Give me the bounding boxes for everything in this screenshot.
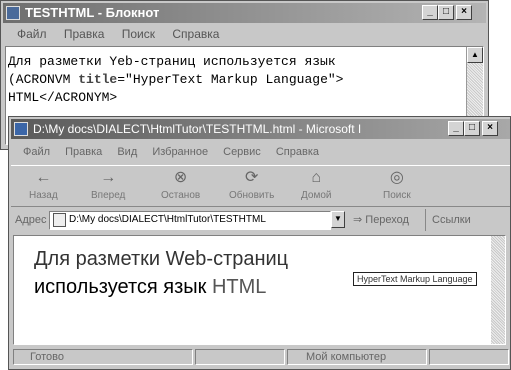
search-icon: ◎ xyxy=(389,169,404,186)
address-value: D:\My docs\DIALECT\HtmlTutor\TESTHTML xyxy=(69,214,266,225)
notepad-title: TESTHTML - Блокнот xyxy=(25,5,160,20)
menu-file[interactable]: Файл xyxy=(17,27,47,41)
acronym-html[interactable]: HTML xyxy=(212,276,266,298)
browser-menu-view[interactable]: Вид xyxy=(117,146,137,158)
home-button[interactable]: ⌂ Домой xyxy=(301,168,331,204)
browser-menu-favorites[interactable]: Избранное xyxy=(152,146,208,158)
notepad-menu-bar: Файл Правка Поиск Справка xyxy=(3,25,486,43)
browser-close-button[interactable]: × xyxy=(482,121,498,136)
browser-menu-file[interactable]: Файл xyxy=(23,146,50,158)
address-label: Адрес xyxy=(15,214,47,226)
browser-menu-bar: Файл Правка Вид Избранное Сервис Справка xyxy=(11,143,510,161)
forward-arrow-icon: → xyxy=(100,169,117,186)
address-dropdown-chevron-down-icon[interactable]: ▼ xyxy=(331,211,345,228)
content-line-2: используется язык HTML xyxy=(34,276,266,299)
refresh-button[interactable]: ⟳ Обновить xyxy=(229,168,274,204)
go-button[interactable]: ⇒ Переход xyxy=(353,209,409,231)
source-line-1: Для разметки Yeb-страниц используется яз… xyxy=(8,54,336,69)
browser-title: D:\My docs\DIALECT\HtmlTutor\TESTHTML.ht… xyxy=(33,122,362,136)
menu-search[interactable]: Поиск xyxy=(122,27,155,41)
status-cell-empty xyxy=(195,349,285,365)
home-icon: ⌂ xyxy=(311,169,322,186)
content-line-1: Для разметки Web-страниц xyxy=(34,248,289,270)
address-input[interactable]: D:\My docs\DIALECT\HtmlTutor\TESTHTML xyxy=(49,211,331,230)
browser-minimize-button[interactable]: _ xyxy=(448,121,464,136)
notepad-source-text: Для разметки Yeb-страниц используется яз… xyxy=(8,53,343,107)
source-line-2-attr: title xyxy=(78,72,118,87)
status-cell-empty-2 xyxy=(429,349,509,365)
browser-toolbar: ← Назад → Вперед ⊗ Останов ⟳ Обновить ⌂ … xyxy=(11,165,510,207)
close-button[interactable]: × xyxy=(456,5,472,20)
source-line-3: HTML</ACRONYM> xyxy=(8,90,118,105)
browser-maximize-button[interactable]: □ xyxy=(464,121,480,136)
browser-app-icon xyxy=(14,122,28,136)
refresh-icon: ⟳ xyxy=(244,169,259,186)
page-content: Для разметки Web-страниц используется яз… xyxy=(13,235,506,345)
menu-help[interactable]: Справка xyxy=(172,27,219,41)
status-ready: Готово xyxy=(13,349,193,365)
status-bar: Готово Мой компьютер xyxy=(11,347,510,367)
acronym-tooltip: HyperText Markup Language xyxy=(353,272,477,286)
notepad-app-icon xyxy=(6,6,20,20)
address-bar: Адрес D:\My docs\DIALECT\HtmlTutor\TESTH… xyxy=(11,209,510,231)
browser-window: D:\My docs\DIALECT\HtmlTutor\TESTHTML.ht… xyxy=(8,116,511,370)
stop-button[interactable]: ⊗ Останов xyxy=(161,168,200,204)
browser-title-bar[interactable]: D:\My docs\DIALECT\HtmlTutor\TESTHTML.ht… xyxy=(11,119,510,139)
source-line-2-post: ="HyperText Markup Language"> xyxy=(117,72,344,87)
status-zone: Мой компьютер xyxy=(287,349,427,365)
back-button[interactable]: ← Назад xyxy=(29,168,58,204)
notepad-title-bar[interactable]: TESTHTML - Блокнот _ □ × xyxy=(3,3,486,23)
scroll-up-arrow-icon[interactable]: ▲ xyxy=(467,47,483,63)
content-line-2-text: используется язык xyxy=(34,276,212,298)
search-button[interactable]: ◎ Поиск xyxy=(383,168,411,204)
menu-edit[interactable]: Правка xyxy=(64,27,105,41)
browser-menu-edit[interactable]: Правка xyxy=(65,146,102,158)
source-line-2-pre: (ACRONVM xyxy=(8,72,79,87)
browser-menu-tools[interactable]: Сервис xyxy=(223,146,261,158)
browser-menu-help[interactable]: Справка xyxy=(276,146,319,158)
maximize-button[interactable]: □ xyxy=(438,5,454,20)
stop-icon: ⊗ xyxy=(173,169,188,186)
links-button[interactable]: Ссылки xyxy=(425,209,471,231)
minimize-button[interactable]: _ xyxy=(422,5,438,20)
back-arrow-icon: ← xyxy=(35,169,52,186)
forward-button[interactable]: → Вперед xyxy=(91,168,125,204)
page-icon xyxy=(53,213,66,227)
browser-vertical-scrollbar[interactable] xyxy=(491,236,505,344)
